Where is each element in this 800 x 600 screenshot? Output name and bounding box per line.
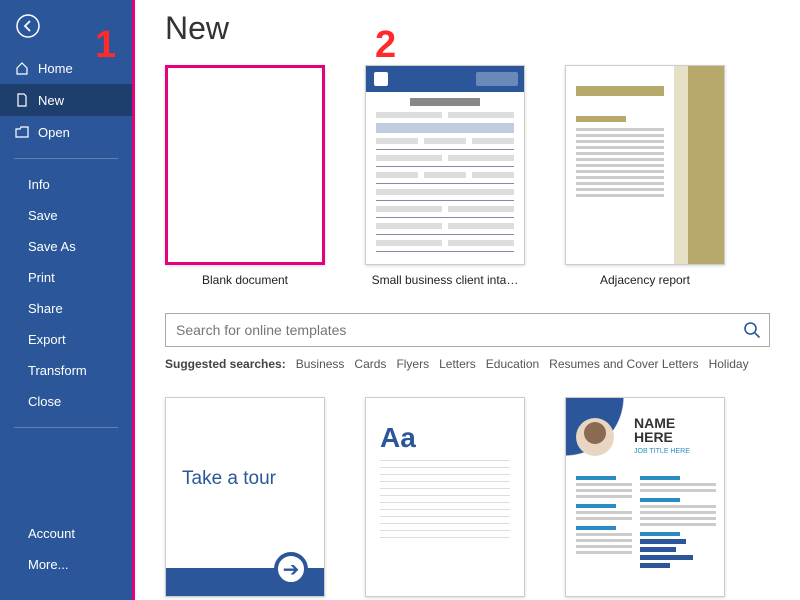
template-thumbnail: NAMEHERE JOB TITLE HERE xyxy=(565,397,725,597)
separator xyxy=(14,427,118,428)
annotation-2: 2 xyxy=(375,24,396,67)
template-row-2: Take a tour ➔ Aa NAMEHERE JOB TITLE HERE xyxy=(165,397,770,597)
sidebar-item-label: Open xyxy=(38,125,70,140)
sidebar-item-open[interactable]: Open xyxy=(0,116,132,148)
separator xyxy=(14,158,118,159)
search-icon xyxy=(743,321,761,339)
resume-subtitle: JOB TITLE HERE xyxy=(634,448,690,455)
template-thumbnail xyxy=(365,65,525,265)
annotation-1: 1 xyxy=(95,24,116,67)
search-button[interactable] xyxy=(735,313,769,347)
suggested-label: Suggested searches: xyxy=(165,357,286,371)
sidebar-item-save[interactable]: Save xyxy=(0,200,132,231)
sidebar-item-saveas[interactable]: Save As xyxy=(0,231,132,262)
template-label: Small business client inta… xyxy=(372,273,519,287)
sidebar-item-new[interactable]: New xyxy=(0,84,132,116)
template-thumbnail: Aa xyxy=(365,397,525,597)
search-input[interactable] xyxy=(166,322,735,338)
sidebar-item-account[interactable]: Account xyxy=(0,518,132,549)
template-blank-document[interactable]: Blank document xyxy=(165,65,325,287)
sidebar-item-print[interactable]: Print xyxy=(0,262,132,293)
back-button[interactable] xyxy=(10,8,46,44)
document-icon xyxy=(14,92,30,108)
resume-name-2: HERE xyxy=(634,429,673,445)
page-title: New xyxy=(165,10,770,47)
suggested-searches: Suggested searches: Business Cards Flyer… xyxy=(165,357,770,371)
sidebar-item-more[interactable]: More... xyxy=(0,549,132,580)
suggested-link-business[interactable]: Business xyxy=(296,357,345,371)
sidebar-item-label: Home xyxy=(38,61,73,76)
sidebar-item-export[interactable]: Export xyxy=(0,324,132,355)
home-icon xyxy=(14,60,30,76)
template-row-1: Blank document xyxy=(165,65,770,287)
main-panel: New Blank document xyxy=(135,0,800,600)
tour-text: Take a tour xyxy=(166,398,324,490)
template-label: Adjacency report xyxy=(600,273,690,287)
suggested-link-flyers[interactable]: Flyers xyxy=(396,357,429,371)
sidebar-item-share[interactable]: Share xyxy=(0,293,132,324)
avatar-icon xyxy=(576,418,614,456)
sidebar-item-close[interactable]: Close xyxy=(0,386,132,417)
suggested-link-education[interactable]: Education xyxy=(486,357,539,371)
arrow-right-icon: ➔ xyxy=(274,552,308,586)
search-box xyxy=(165,313,770,347)
template-adjacency-report[interactable]: Adjacency report xyxy=(565,65,725,287)
suggested-link-holiday[interactable]: Holiday xyxy=(709,357,749,371)
suggested-link-letters[interactable]: Letters xyxy=(439,357,476,371)
template-small-business-client-intake[interactable]: Small business client inta… xyxy=(365,65,525,287)
sidebar: Home New Open Info Save Save As Print Sh… xyxy=(0,0,135,600)
sidebar-item-label: New xyxy=(38,93,64,108)
sidebar-item-info[interactable]: Info xyxy=(0,169,132,200)
template-single-spaced[interactable]: Aa xyxy=(365,397,525,597)
template-take-a-tour[interactable]: Take a tour ➔ xyxy=(165,397,325,597)
suggested-link-resumes[interactable]: Resumes and Cover Letters xyxy=(549,357,698,371)
template-thumbnail xyxy=(565,65,725,265)
sidebar-item-transform[interactable]: Transform xyxy=(0,355,132,386)
template-resume[interactable]: NAMEHERE JOB TITLE HERE xyxy=(565,397,725,597)
template-label: Blank document xyxy=(202,273,288,287)
folder-icon xyxy=(14,124,30,140)
aa-text: Aa xyxy=(366,398,524,454)
back-arrow-icon xyxy=(16,14,40,38)
template-thumbnail xyxy=(165,65,325,265)
suggested-link-cards[interactable]: Cards xyxy=(354,357,386,371)
template-thumbnail: Take a tour ➔ xyxy=(165,397,325,597)
